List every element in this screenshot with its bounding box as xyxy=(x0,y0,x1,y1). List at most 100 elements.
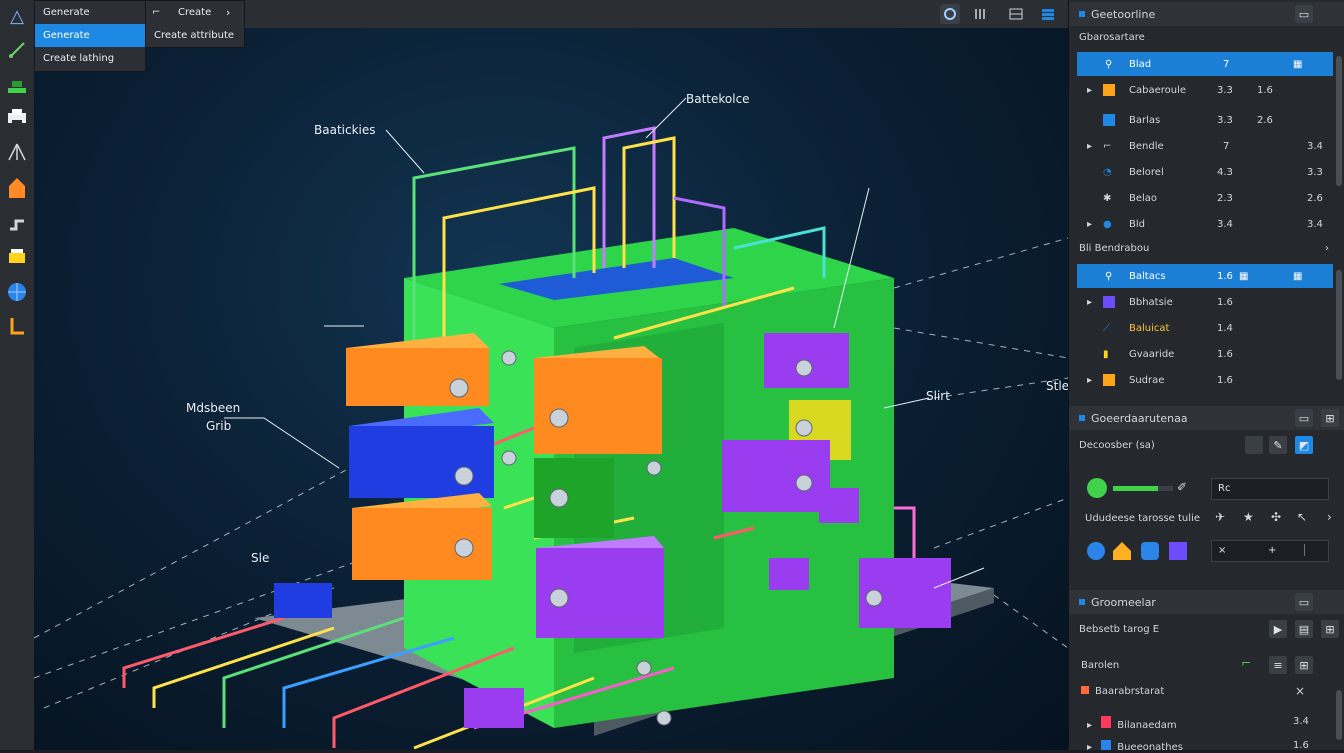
home-tool-icon[interactable] xyxy=(5,176,29,200)
outliner-scrollbar[interactable] xyxy=(1336,56,1342,186)
globe-icon[interactable] xyxy=(1087,542,1105,560)
image-icon[interactable]: ◩ xyxy=(1295,436,1313,454)
outliner-row[interactable]: ▸ Cabaeroule 3.3 1.6 xyxy=(1077,78,1333,102)
3d-viewport[interactable]: Battekolce Baatickies Mdsbeen Grib Slirt… xyxy=(34,28,1068,750)
node-icon[interactable]: ⌐ xyxy=(1241,656,1251,670)
swatch-button[interactable] xyxy=(1245,436,1263,454)
outliner-section-label: Gbarosartare xyxy=(1079,32,1145,43)
value-slider[interactable] xyxy=(1113,486,1173,491)
chevron-right-icon[interactable]: › xyxy=(1325,243,1329,254)
panel-dot-icon xyxy=(1079,11,1085,17)
right-panel: Geetoorline ▭ Gbarosartare ⚲ Blad 7 ▦ ▸ … xyxy=(1068,0,1344,753)
outliner-row[interactable]: Barlas 3.3 2.6 xyxy=(1077,108,1333,132)
material-swatch-icon xyxy=(1101,716,1112,728)
outliner-row[interactable]: ⚲ Blad 7 ▦ xyxy=(1077,52,1333,76)
menu-item-generate[interactable]: Generate xyxy=(35,1,145,24)
object-icon: ⚲ xyxy=(1105,58,1113,70)
expand-icon[interactable]: ▸ xyxy=(1087,85,1092,96)
visibility-icon[interactable]: ▦ xyxy=(1293,59,1302,70)
expand-icon[interactable]: ▸ xyxy=(1087,297,1092,308)
grid-icon[interactable] xyxy=(1006,4,1026,24)
rotate-icon[interactable]: ↖ xyxy=(1297,510,1307,524)
annotation-label: Stle xyxy=(1046,379,1068,393)
grid-icon[interactable]: ⊞ xyxy=(1295,656,1313,674)
home-icon[interactable] xyxy=(1113,542,1131,560)
value-field[interactable]: Rc xyxy=(1211,478,1329,500)
annotation-label: Sle xyxy=(251,551,269,565)
measure-tool-icon[interactable] xyxy=(5,314,29,338)
expand-icon[interactable]: ▸ xyxy=(1087,141,1092,152)
scale-icon[interactable]: ✣ xyxy=(1271,510,1281,524)
measure-icon[interactable] xyxy=(970,4,990,24)
outliner-row[interactable]: ▸ Bbhatsie 1.6 xyxy=(1077,290,1333,314)
color-picker-icon[interactable] xyxy=(1087,478,1107,498)
outliner-row[interactable]: ▮ Gvaaride 1.6 xyxy=(1077,342,1333,366)
collapse-icon[interactable]: ▭ xyxy=(1295,409,1313,427)
clipboard-icon[interactable]: ▤ xyxy=(1295,620,1313,638)
grid-icon[interactable]: ⊞ xyxy=(1321,620,1339,638)
eyedropper-icon[interactable]: ✐ xyxy=(1177,480,1187,494)
expand-icon[interactable]: ▸ xyxy=(1087,219,1092,230)
material-row-value: 1.6 xyxy=(1293,740,1309,751)
material-scrollbar[interactable] xyxy=(1336,690,1342,740)
material-swatch-icon xyxy=(1081,686,1089,694)
expand-icon[interactable]: ▸ xyxy=(1087,720,1092,731)
properties-header: Goeerdaarutenaa ▭ ⊞ xyxy=(1069,406,1344,430)
annotation-label: Mdsbeen xyxy=(186,401,240,415)
expand-panel-icon[interactable]: ⊞ xyxy=(1321,409,1339,427)
submenu-item-create[interactable]: ⌐ Create › xyxy=(146,1,244,24)
grid-cell-icon[interactable]: ▦ xyxy=(1293,271,1302,282)
line-tool-icon[interactable] xyxy=(5,38,29,62)
app-logo-icon[interactable]: △ xyxy=(5,4,29,28)
print-tool-icon[interactable] xyxy=(5,106,29,130)
scene-render: Battekolce Baatickies Mdsbeen Grib Slirt… xyxy=(34,92,1068,750)
close-icon[interactable]: × xyxy=(1295,684,1305,698)
list-icon[interactable]: ≡ xyxy=(1269,656,1287,674)
pipe-tool-icon[interactable] xyxy=(5,212,29,236)
outliner-header: Geetoorline ▭ xyxy=(1069,2,1344,26)
material-label: Barolen xyxy=(1081,660,1120,671)
collapse-icon[interactable]: ▭ xyxy=(1295,593,1313,611)
expand-icon[interactable]: ▸ xyxy=(1087,742,1092,753)
submenu-item-create-attribute[interactable]: Create attribute xyxy=(146,24,244,47)
material-icon xyxy=(1103,296,1115,308)
move-icon[interactable]: ✈ xyxy=(1215,510,1225,524)
menu-item-create-lathing[interactable]: Create lathing xyxy=(35,47,145,70)
curve-icon: ◔ xyxy=(1103,166,1112,178)
material-sub-label: Bebsetb tarog E xyxy=(1079,624,1160,635)
divider xyxy=(1304,544,1313,556)
outliner-row[interactable]: ▸ ⌐ Bendle 7 3.4 xyxy=(1077,134,1333,158)
outliner-row[interactable]: ⚲ Baltacs 1.6 ▦ ▦ xyxy=(1077,264,1333,288)
grid-cell-icon[interactable]: ▦ xyxy=(1239,271,1248,282)
star-icon[interactable]: ★ xyxy=(1243,510,1254,524)
collapse-icon[interactable]: ▭ xyxy=(1295,5,1313,23)
menu-item-generate-active[interactable]: Generate xyxy=(35,24,145,47)
bucket-tool-icon[interactable] xyxy=(5,244,29,268)
view-icon[interactable] xyxy=(940,4,960,24)
panel-dot-icon xyxy=(1079,415,1085,421)
outliner-row[interactable]: ✱ Belao 2.3 2.6 xyxy=(1077,186,1333,210)
transform-field[interactable]: × + xyxy=(1211,540,1329,562)
outliner-scrollbar-2[interactable] xyxy=(1336,270,1342,380)
outliner-row[interactable]: ◔ Belorel 4.3 3.3 xyxy=(1077,160,1333,184)
object-icon: ⚲ xyxy=(1105,270,1113,282)
branch-tool-icon[interactable] xyxy=(5,140,29,164)
outliner-row[interactable]: ▸ ● Bld 3.4 3.4 xyxy=(1077,212,1333,236)
chevron-right-icon[interactable]: › xyxy=(1327,510,1332,524)
shape-icon[interactable] xyxy=(1141,542,1159,560)
outliner-row[interactable]: ▸ Sudrae 1.6 xyxy=(1077,368,1333,392)
panel-dot-icon xyxy=(1079,599,1085,605)
brush-icon[interactable]: ✎ xyxy=(1269,436,1287,454)
expand-icon[interactable]: ▸ xyxy=(1087,375,1092,386)
material-icon[interactable] xyxy=(1169,542,1187,560)
outliner-title: Geetoorline xyxy=(1091,7,1156,21)
chevron-right-icon: › xyxy=(226,6,231,19)
annotation-label: Battekolce xyxy=(686,92,750,106)
material-row[interactable]: ▸ Bilanaedam xyxy=(1087,716,1177,731)
material-row[interactable]: ▸ Bueeonathes xyxy=(1087,740,1183,753)
plane-tool-icon[interactable] xyxy=(5,74,29,98)
outliner-row[interactable]: ⟋ Baluicat 1.4 xyxy=(1077,316,1333,340)
layers-icon[interactable] xyxy=(1038,4,1058,24)
globe-tool-icon[interactable] xyxy=(5,280,29,304)
play-icon[interactable]: ▶ xyxy=(1269,620,1287,638)
